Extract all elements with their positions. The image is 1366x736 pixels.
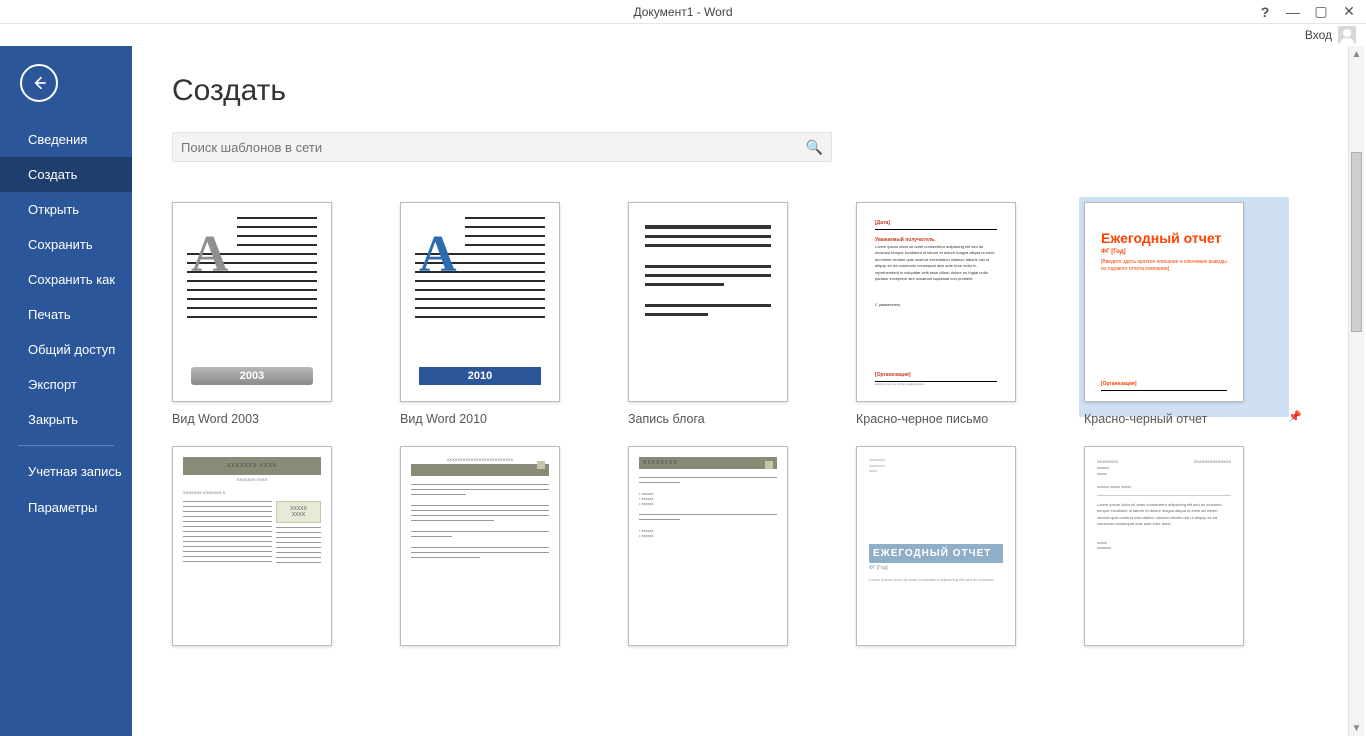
window-title: Документ1 - Word [633,5,732,19]
letter-a-icon: A [419,225,457,284]
scroll-down-icon[interactable]: ▼ [1349,720,1364,736]
year-badge: 2010 [419,367,541,385]
scroll-thumb[interactable] [1351,152,1362,332]
year-badge: 2003 [191,367,313,385]
template-resume1[interactable]: XXXXXXX XXXX XXXXXXX XXXX XXXXXXX XXXXXX… [172,446,372,656]
report-title: Ежегодный отчет [1101,231,1227,245]
template-search[interactable]: 🔍 [172,132,832,162]
bluereport-sub: ФГ [Год] [869,565,1003,571]
template-label: Запись блога [628,412,828,426]
report-org: [Организация] [1101,381,1137,387]
sidebar-item-info[interactable]: Сведения [0,122,132,157]
titlebar: Документ1 - Word ? — ▢ ✕ [0,0,1366,24]
template-label: Вид Word 2010 [400,412,600,426]
sidebar-item-saveas[interactable]: Сохранить как [0,262,132,297]
sidebar-item-new[interactable]: Создать [0,157,132,192]
template-bluereport[interactable]: xxxxxxxxxxxxxxxxxxxx ЕЖЕГОДНЫЙ ОТЧЕТ ФГ … [856,446,1056,656]
help-icon[interactable]: ? [1256,4,1274,20]
avatar-icon[interactable] [1338,26,1356,44]
vertical-scrollbar[interactable]: ▲ ▼ [1348,46,1364,736]
close-button[interactable]: ✕ [1340,3,1358,20]
sidebar-item-close[interactable]: Закрыть [0,402,132,437]
template-label: Красно-черный отчет [1084,412,1284,426]
search-input[interactable] [181,140,806,155]
sidebar-item-print[interactable]: Печать [0,297,132,332]
bluereport-band: ЕЖЕГОДНЫЙ ОТЧЕТ [869,544,1003,563]
signin-row: Вход [0,24,1366,46]
template-blog[interactable]: Запись блога [628,202,828,426]
template-label: Вид Word 2003 [172,412,372,426]
sidebar-separator [18,445,114,446]
sidebar-item-save[interactable]: Сохранить [0,227,132,262]
template-resume2[interactable]: XXXXXXXXXXXXXXXXXXXXXXXXX [400,446,600,656]
template-resume3[interactable]: XXXXXXXX • xxxxxx• xxxxxx• xxxxxx • xxxx… [628,446,828,656]
scroll-up-icon[interactable]: ▲ [1349,46,1364,62]
sidebar-item-share[interactable]: Общий доступ [0,332,132,367]
report-subtitle: ФГ [Год] [1101,249,1227,255]
template-gallery: A 2003 Вид Word 2003 A 2010 Вид Word 201… [172,202,1326,656]
sidebar-item-options[interactable]: Параметры [0,490,132,525]
maximize-button[interactable]: ▢ [1312,3,1330,20]
template-redblack-letter[interactable]: [Дата] Уважаемый получатель, Lorem ipsum… [856,202,1056,426]
letter-a-icon: A [191,225,229,284]
template-word2010[interactable]: A 2010 Вид Word 2010 [400,202,600,426]
sidebar-item-account[interactable]: Учетная запись [0,454,132,490]
sidebar-item-export[interactable]: Экспорт [0,367,132,402]
signin-link[interactable]: Вход [1305,28,1332,42]
backstage-sidebar: Сведения Создать Открыть Сохранить Сохра… [0,46,132,736]
page-title: Создать [172,74,1326,108]
backstage-main: Создать 🔍 A 2003 Вид Word 2003 A 201 [132,46,1366,736]
template-label: Красно-черное письмо [856,412,1056,426]
search-icon[interactable]: 🔍 [806,139,823,156]
pin-icon[interactable]: 📌 [1288,410,1302,423]
back-button[interactable] [20,64,58,102]
report-desc: [Введите здесь краткое описание и ключев… [1101,259,1227,272]
scroll-track[interactable] [1349,62,1364,720]
minimize-button[interactable]: — [1284,4,1302,20]
template-word2003[interactable]: A 2003 Вид Word 2003 [172,202,372,426]
template-redblack-report[interactable]: Ежегодный отчет ФГ [Год] [Введите здесь … [1084,202,1284,426]
template-letter2[interactable]: XXXXXXXXxxxxxxxxxxx XXXXXXXXXXXXXX xxxxx… [1084,446,1284,656]
sidebar-item-open[interactable]: Открыть [0,192,132,227]
